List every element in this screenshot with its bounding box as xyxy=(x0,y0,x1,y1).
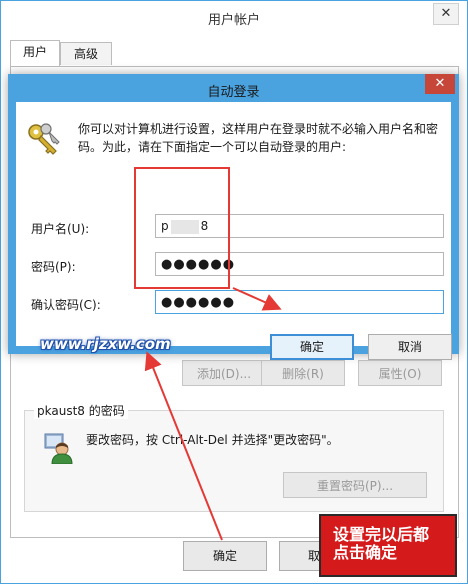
auto-login-description: 你可以对计算机进行设置，这样用户在登录时就不必输入用户名和密码。为此，请在下面指… xyxy=(78,122,439,154)
instruction-note-line2: 点击确定 xyxy=(333,543,398,562)
instruction-note: 设置完以后都 点击确定 xyxy=(319,514,457,577)
credentials-highlight-box xyxy=(134,167,230,289)
password-label: 密码(P): xyxy=(31,260,76,274)
ok-button[interactable]: 确定 xyxy=(183,541,267,571)
confirm-password-dots: ●●●●●● xyxy=(161,295,236,310)
tab-advanced[interactable]: 高级 xyxy=(60,42,112,65)
user-properties-button[interactable]: 属性(O) xyxy=(358,360,442,386)
user-icon xyxy=(42,432,74,467)
auto-login-body: 你可以对计算机进行设置，这样用户在登录时就不必输入用户名和密码。为此，请在下面指… xyxy=(16,102,452,360)
auto-login-dialog: 自动登录 ✕ 你可以对计算机进行设置，这样用户在登录时就不必输入用户名和密码。为… xyxy=(8,74,459,360)
instruction-note-line1: 设置完以后都 xyxy=(333,525,430,544)
add-user-button[interactable]: 添加(D)... xyxy=(182,360,266,386)
user-accounts-title: 用户帐户 xyxy=(207,13,260,28)
dialog-cancel-button[interactable]: 取消 xyxy=(368,334,452,360)
confirm-password-label: 确认密码(C): xyxy=(31,298,101,312)
password-group-title: pkaust8 的密码 xyxy=(34,402,128,419)
username-label: 用户名(U): xyxy=(31,222,90,236)
dialog-ok-button[interactable]: 确定 xyxy=(270,334,354,360)
user-accounts-close-icon[interactable]: ✕ xyxy=(433,3,459,25)
user-accounts-titlebar: 用户帐户 ✕ xyxy=(1,1,467,33)
site-watermark: www.rjzxw.com xyxy=(40,335,171,353)
reset-password-button[interactable]: 重置密码(P)... xyxy=(283,472,427,498)
auto-login-title: 自动登录 xyxy=(207,85,260,100)
dialog-close-icon[interactable]: ✕ xyxy=(425,74,455,94)
remove-user-button[interactable]: 删除(R) xyxy=(261,360,345,386)
confirm-password-field[interactable]: ●●●●●● xyxy=(155,290,444,314)
keys-icon xyxy=(26,120,62,159)
tab-users[interactable]: 用户 xyxy=(10,40,60,66)
auto-login-titlebar: 自动登录 ✕ xyxy=(8,74,459,102)
change-password-hint: 要改密码，按 Ctrl-Alt-Del 并选择"更改密码"。 xyxy=(86,433,339,447)
